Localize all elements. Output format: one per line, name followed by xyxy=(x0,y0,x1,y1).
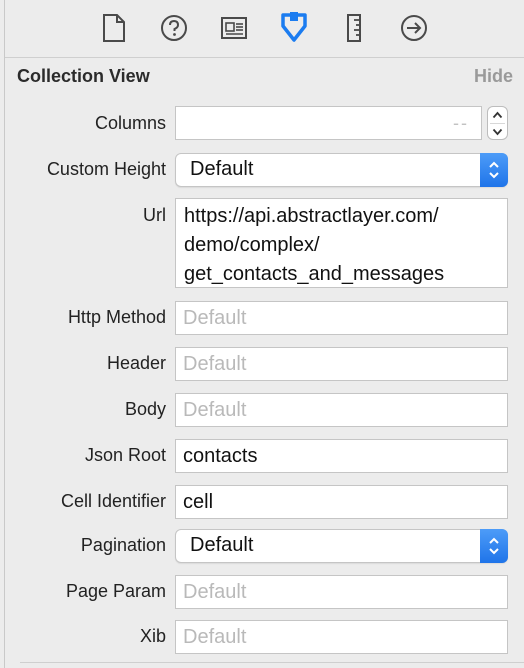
updown-chevron-icon xyxy=(489,537,499,555)
pagination-value: Default xyxy=(190,534,254,556)
columns-placeholder: -- xyxy=(453,113,469,133)
chevron-up-icon xyxy=(492,111,503,119)
body-input[interactable]: Default xyxy=(175,393,508,427)
http-method-input[interactable]: Default xyxy=(175,301,508,335)
attributes-icon xyxy=(281,12,307,42)
url-textarea[interactable]: https://api.abstractlayer.com/ demo/comp… xyxy=(175,198,508,288)
url-line: demo/complex/ xyxy=(184,234,320,256)
columns-stepper[interactable] xyxy=(487,106,508,140)
json-root-value: contacts xyxy=(183,444,258,467)
custom-height-label: Custom Height xyxy=(46,159,166,179)
page-param-label: Page Param xyxy=(65,581,166,601)
cell-identifier-value: cell xyxy=(183,490,214,513)
attributes-inspector-tab[interactable] xyxy=(278,10,310,46)
ruler-icon xyxy=(347,14,361,42)
url-label: Url xyxy=(143,205,166,225)
inspector-tab-bar xyxy=(5,0,524,58)
columns-input[interactable]: -- xyxy=(175,106,482,140)
connections-inspector-tab[interactable] xyxy=(398,10,430,46)
header-input[interactable]: Default xyxy=(175,347,508,381)
file-inspector-tab[interactable] xyxy=(98,10,130,46)
body-placeholder: Default xyxy=(183,398,247,421)
custom-height-value: Default xyxy=(190,158,254,180)
xib-input[interactable]: Default xyxy=(175,620,508,654)
header-label: Header xyxy=(106,353,166,373)
hide-button[interactable]: Hide xyxy=(474,66,513,87)
http-method-label: Http Method xyxy=(67,307,166,327)
url-line: get_contacts_and_messages xyxy=(184,263,445,285)
page-param-placeholder: Default xyxy=(183,580,247,603)
file-icon xyxy=(103,14,125,42)
xib-placeholder: Default xyxy=(183,625,247,648)
panel-divider xyxy=(4,0,5,668)
pagination-select[interactable]: Default xyxy=(175,529,508,563)
help-icon xyxy=(161,15,187,41)
chevron-down-icon xyxy=(492,128,503,136)
body-label: Body xyxy=(124,399,166,419)
header-placeholder: Default xyxy=(183,352,247,375)
url-line: https://api.abstractlayer.com/ xyxy=(184,205,439,227)
arrow-circle-icon xyxy=(401,15,427,41)
xib-label: Xib xyxy=(139,626,166,646)
custom-height-arrows xyxy=(480,153,508,187)
section-header: Collection View Hide xyxy=(17,66,513,90)
identity-card-icon xyxy=(221,17,247,39)
custom-height-select[interactable]: Default xyxy=(175,153,508,187)
cell-identifier-input[interactable]: cell xyxy=(175,485,508,519)
cell-identifier-label: Cell Identifier xyxy=(60,491,166,511)
size-inspector-tab[interactable] xyxy=(338,10,370,46)
http-method-placeholder: Default xyxy=(183,306,247,329)
json-root-input[interactable]: contacts xyxy=(175,439,508,473)
json-root-label: Json Root xyxy=(84,445,166,465)
section-bottom-divider xyxy=(20,662,524,663)
section-title: Collection View xyxy=(17,66,150,86)
updown-chevron-icon xyxy=(489,161,499,179)
quick-help-tab[interactable] xyxy=(158,10,190,46)
columns-label: Columns xyxy=(94,113,166,133)
page-param-input[interactable]: Default xyxy=(175,575,508,609)
pagination-label: Pagination xyxy=(80,535,166,555)
identity-inspector-tab[interactable] xyxy=(218,10,250,46)
pagination-arrows xyxy=(480,529,508,563)
